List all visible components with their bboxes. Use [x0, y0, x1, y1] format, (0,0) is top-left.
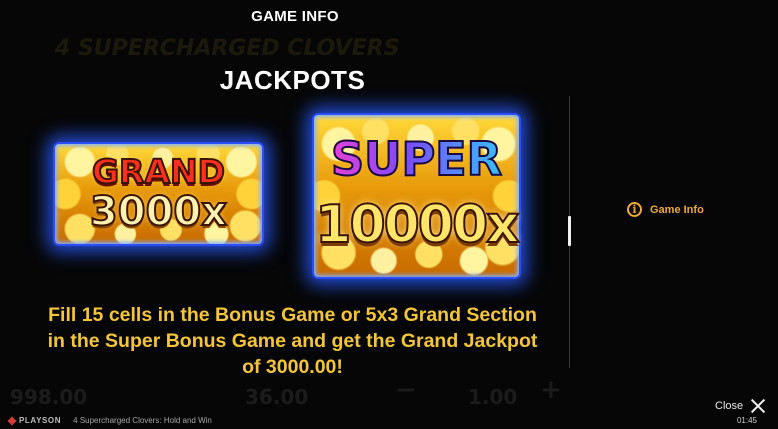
playson-logo-icon	[7, 415, 17, 426]
scrollbar-thumb[interactable]	[568, 216, 571, 246]
page-title: GAME INFO	[251, 8, 339, 25]
jackpot-description: Fill 15 cells in the Bonus Game or 5x3 G…	[47, 304, 538, 378]
game-name: 4 Supercharged Clovers: Hold and Win	[73, 416, 212, 425]
brand-name: PLAYSON	[19, 416, 62, 425]
game-logo: 4 SUPERCHARGED CLOVERS	[55, 36, 400, 61]
coin-value: 1.00	[468, 385, 518, 409]
section-heading: JACKPOTS	[219, 65, 366, 95]
clock: 01:45	[736, 416, 757, 425]
brand-logo: PLAYSON	[7, 415, 62, 426]
jackpot-super-name: SUPER	[314, 132, 519, 186]
close-label: Close	[715, 400, 744, 412]
info-icon: i	[627, 202, 642, 217]
bet-value: 36.00	[245, 385, 309, 409]
jackpot-grand-card: GRAND 3000x	[53, 142, 264, 246]
footer-bar: PLAYSON 4 Supercharged Clovers: Hold and…	[0, 412, 778, 429]
balance-value: 998.00	[10, 385, 88, 409]
menu-item-label: Game Info	[650, 203, 704, 216]
jackpot-super-multiplier: 10000x	[314, 194, 520, 256]
jackpot-grand-multiplier: 3000x	[89, 189, 228, 235]
jackpot-super-card: SUPER 10000x	[312, 113, 521, 279]
menu-item-game-info[interactable]: i Game Info	[627, 202, 704, 217]
jackpot-grand-name: GRAND	[91, 152, 226, 191]
